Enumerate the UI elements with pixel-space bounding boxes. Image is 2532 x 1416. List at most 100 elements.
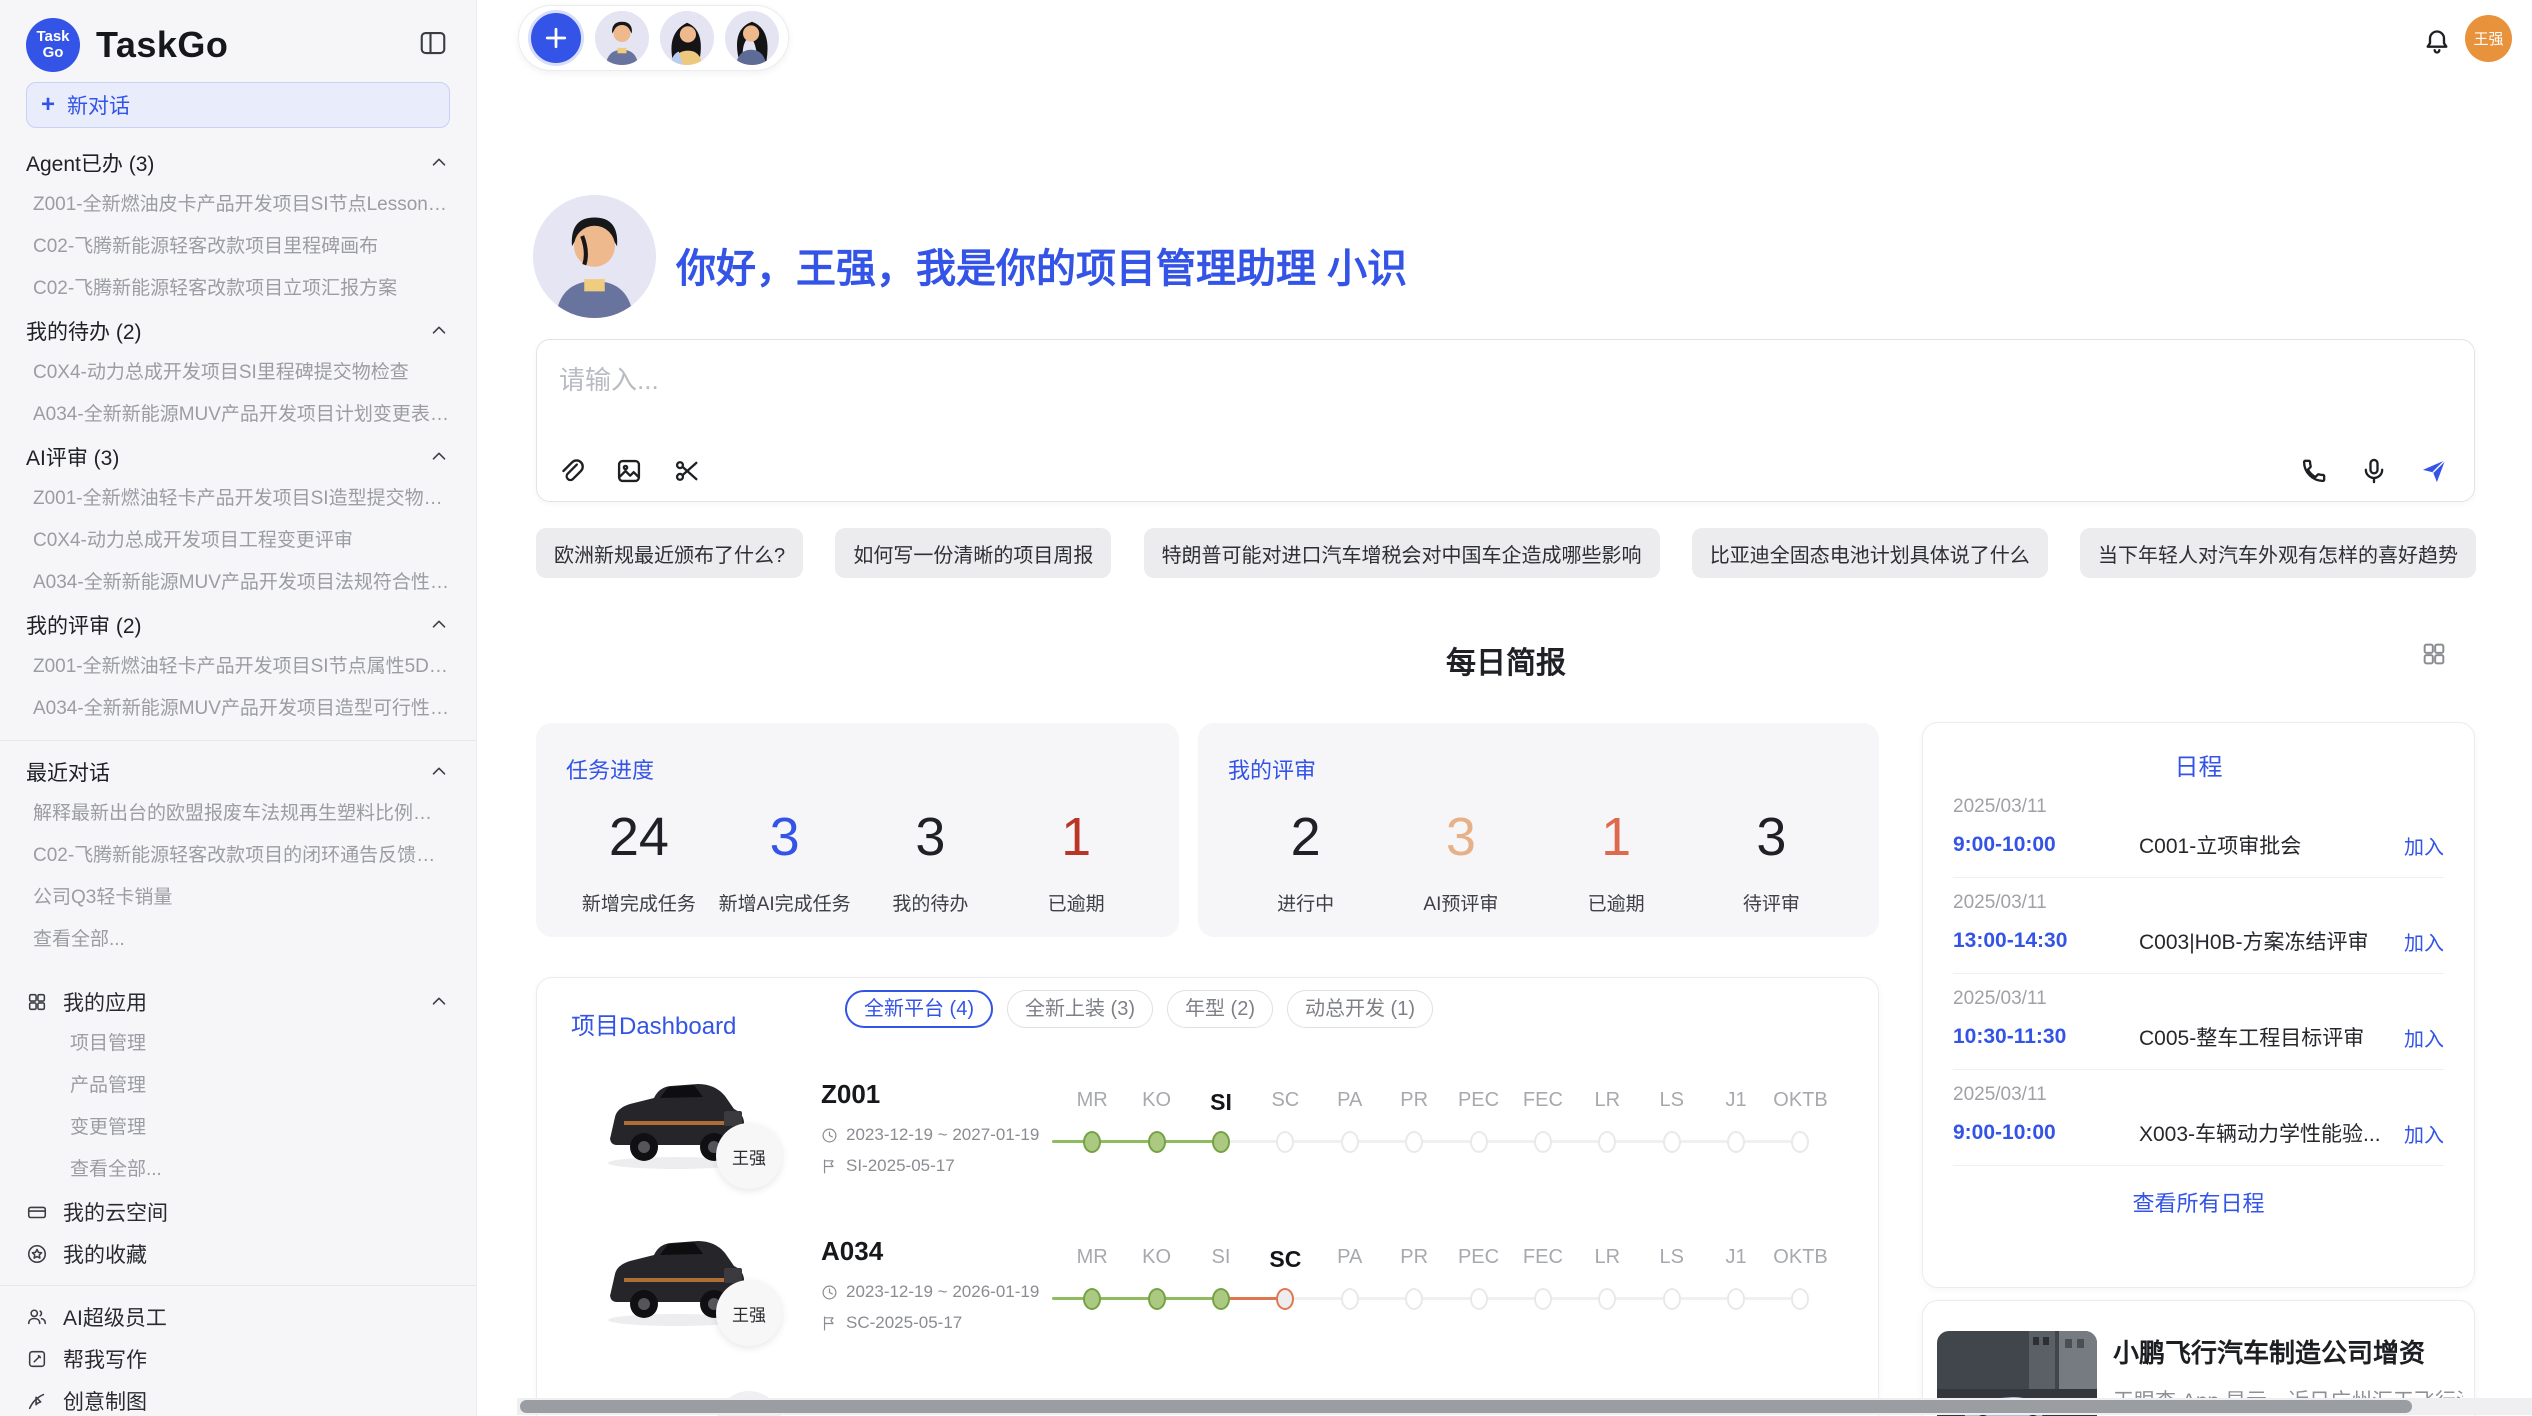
view-all-schedule[interactable]: 查看所有日程 — [1923, 1186, 2474, 1218]
sidebar-item[interactable]: A034-全新新能源MUV产品开发项目法规符合性评审 — [26, 562, 450, 604]
send-icon[interactable] — [2420, 457, 2448, 485]
schedule-card: 日程 2025/03/11 9:00-10:00 C001-立项审批会 加入 2… — [1922, 722, 2475, 1288]
section-header-recent[interactable]: 最近对话 — [26, 751, 450, 793]
microphone-icon[interactable] — [2360, 457, 2388, 485]
chevron-up-icon[interactable] — [428, 446, 450, 468]
project-row-a034[interactable]: 王强 A034 2023-12-19 ~ 2026-01-19 SC-2025-… — [537, 1198, 1878, 1355]
suggestion-chip[interactable]: 如何写一份清晰的项目周报 — [835, 528, 1111, 578]
suggestion-chip[interactable]: 特朗普可能对进口汽车增税会对中国车企造成哪些影响 — [1144, 528, 1660, 578]
sidebar-item[interactable]: C0X4-动力总成开发项目工程变更评审 — [26, 520, 450, 562]
project-row-z001[interactable]: 王强 Z001 2023-12-19 ~ 2027-01-19 SI-2025-… — [537, 1041, 1878, 1198]
agent-avatar-woman-1[interactable] — [660, 11, 714, 65]
sidebar-item[interactable]: Z001-全新燃油轻卡产品开发项目SI造型提交物评审 — [26, 478, 450, 520]
layout-grid-icon[interactable] — [2420, 640, 2448, 668]
sidebar-item-cloud-space[interactable]: 我的云空间 — [26, 1191, 450, 1233]
sidebar-item[interactable]: C0X4-动力总成开发项目SI里程碑提交物检查 — [26, 352, 450, 394]
view-all-conversations[interactable]: 查看全部... — [26, 919, 450, 961]
join-link[interactable]: 加入 — [2404, 831, 2444, 860]
sidebar-header: Task Go TaskGo — [26, 14, 450, 76]
sidebar-item-help-write[interactable]: 帮我写作 — [26, 1338, 450, 1380]
section-header-agent-done[interactable]: Agent已办 (3) — [26, 142, 450, 184]
event-name: X003-车辆动力学性能验... — [2105, 1118, 2404, 1148]
schedule-title: 日程 — [1923, 747, 2474, 782]
scrollbar-thumb[interactable] — [520, 1400, 2412, 1413]
tab-model-year[interactable]: 年型 (2) — [1167, 990, 1273, 1028]
suggestion-chip[interactable]: 比亚迪全固态电池计划具体说了什么 — [1692, 528, 2048, 578]
section-header-my-todo[interactable]: 我的待办 (2) — [26, 310, 450, 352]
app-item-product-mgmt[interactable]: 产品管理 — [26, 1065, 450, 1107]
plus-icon: + — [41, 93, 55, 117]
collapse-sidebar-icon[interactable] — [418, 28, 448, 58]
stat-ai-prereview: 3 AI预评审 — [1383, 807, 1538, 916]
stat-label: 已逾期 — [1539, 889, 1694, 916]
cloud-space-icon — [26, 1201, 48, 1223]
divider — [0, 1285, 476, 1286]
stat-value: 24 — [566, 807, 712, 867]
sidebar-item-ai-employee[interactable]: AI超级员工 — [26, 1296, 450, 1338]
view-all-apps[interactable]: 查看全部... — [26, 1149, 450, 1191]
cloud-space-label: 我的云空间 — [63, 1197, 168, 1227]
sidebar-item-creative-draw[interactable]: 创意制图 — [26, 1380, 450, 1416]
join-link[interactable]: 加入 — [2404, 1119, 2444, 1148]
notifications-bell-icon[interactable] — [2423, 28, 2451, 56]
flag-icon — [821, 1315, 838, 1332]
card-title: 我的评审 — [1228, 753, 1849, 785]
recent-conversation[interactable]: 解释最新出台的欧盟报废车法规再生塑料比例被调至15%... — [26, 793, 450, 835]
chevron-up-icon[interactable] — [428, 614, 450, 636]
event-name: C003|H0B-方案冻结评审 — [2105, 926, 2404, 956]
greeting-text: 你好，王强，我是你的项目管理助理 小识 — [676, 236, 1407, 294]
dates-text: 2023-12-19 ~ 2027-01-19 — [846, 1125, 1039, 1145]
sidebar-item[interactable]: A034-全新新能源MUV产品开发项目计划变更表编写 — [26, 394, 450, 436]
sidebar-item[interactable]: Z001-全新燃油轻卡产品开发项目SI节点属性5D文件评审 — [26, 646, 450, 688]
creative-draw-label: 创意制图 — [63, 1386, 147, 1416]
sidebar-item[interactable]: C02-飞腾新能源轻客改款项目里程碑画布 — [26, 226, 450, 268]
suggestion-chip[interactable]: 当下年轻人对汽车外观有怎样的喜好趋势 — [2080, 528, 2476, 578]
stat-overdue: 1 已逾期 — [1003, 807, 1149, 916]
attach-icon[interactable] — [557, 457, 585, 485]
sidebar-item-favorites[interactable]: 我的收藏 — [26, 1233, 450, 1275]
chevron-up-icon[interactable] — [428, 991, 450, 1013]
card-title: 任务进度 — [566, 753, 1149, 785]
horizontal-scrollbar[interactable] — [517, 1398, 2532, 1415]
milestone-dots — [1060, 1131, 1833, 1153]
sidebar-item[interactable]: A034-全新新能源MUV产品开发项目造型可行性评审 — [26, 688, 450, 730]
recent-conversation[interactable]: 公司Q3轻卡销量 — [26, 877, 450, 919]
sidebar-item[interactable]: Z001-全新燃油皮卡产品开发项目SI节点Lesson Learn报告 — [26, 184, 450, 226]
join-link[interactable]: 加入 — [2404, 927, 2444, 956]
divider — [0, 740, 476, 741]
agent-avatar-man[interactable] — [595, 11, 649, 65]
sidebar-item[interactable]: C02-飞腾新能源轻客改款项目立项汇报方案 — [26, 268, 450, 310]
stat-review-overdue: 1 已逾期 — [1539, 807, 1694, 916]
app-item-change-mgmt[interactable]: 变更管理 — [26, 1107, 450, 1149]
agent-avatar-woman-2[interactable] — [725, 11, 779, 65]
schedule-event: 2025/03/11 10:30-11:30 C005-整车工程目标评审 加入 — [1953, 974, 2444, 1070]
section-header-ai-review[interactable]: AI评审 (3) — [26, 436, 450, 478]
stat-label: AI预评审 — [1383, 889, 1538, 916]
flag-text: SI-2025-05-17 — [846, 1156, 955, 1176]
image-icon[interactable] — [615, 457, 643, 485]
join-link[interactable]: 加入 — [2404, 1023, 2444, 1052]
suggestion-chip[interactable]: 欧洲新规最近颁布了什么? — [536, 528, 803, 578]
stat-new-done: 24 新增完成任务 — [566, 807, 712, 916]
chevron-up-icon[interactable] — [428, 320, 450, 342]
sidebar-item-my-apps[interactable]: 我的应用 — [26, 981, 450, 1023]
phone-icon[interactable] — [2300, 457, 2328, 485]
tab-new-platform[interactable]: 全新平台 (4) — [845, 990, 993, 1028]
user-avatar[interactable]: 王强 — [2465, 15, 2512, 62]
chevron-up-icon[interactable] — [428, 152, 450, 174]
add-agent-button[interactable] — [528, 10, 584, 66]
event-time: 13:00-14:30 — [1953, 929, 2105, 953]
section-header-my-review[interactable]: 我的评审 (2) — [26, 604, 450, 646]
milestone-dots — [1060, 1288, 1833, 1310]
scissors-icon[interactable] — [673, 457, 701, 485]
milestone-labels: MRKOSISCPAPRPECFECLRLSJ1OKTB — [1060, 1246, 1833, 1273]
chevron-up-icon[interactable] — [428, 761, 450, 783]
app-item-project-mgmt[interactable]: 项目管理 — [26, 1023, 450, 1065]
tab-powertrain[interactable]: 动总开发 (1) — [1287, 990, 1433, 1028]
message-input[interactable] — [557, 364, 1757, 397]
recent-conversation[interactable]: C02-飞腾新能源轻客改款项目的闭环通告反馈情况 — [26, 835, 450, 877]
stat-my-todo: 3 我的待办 — [858, 807, 1004, 916]
tab-new-body[interactable]: 全新上装 (3) — [1007, 990, 1153, 1028]
new-chat-button[interactable]: + 新对话 — [26, 82, 450, 128]
project-flag-date: SC-2025-05-17 — [821, 1313, 962, 1333]
